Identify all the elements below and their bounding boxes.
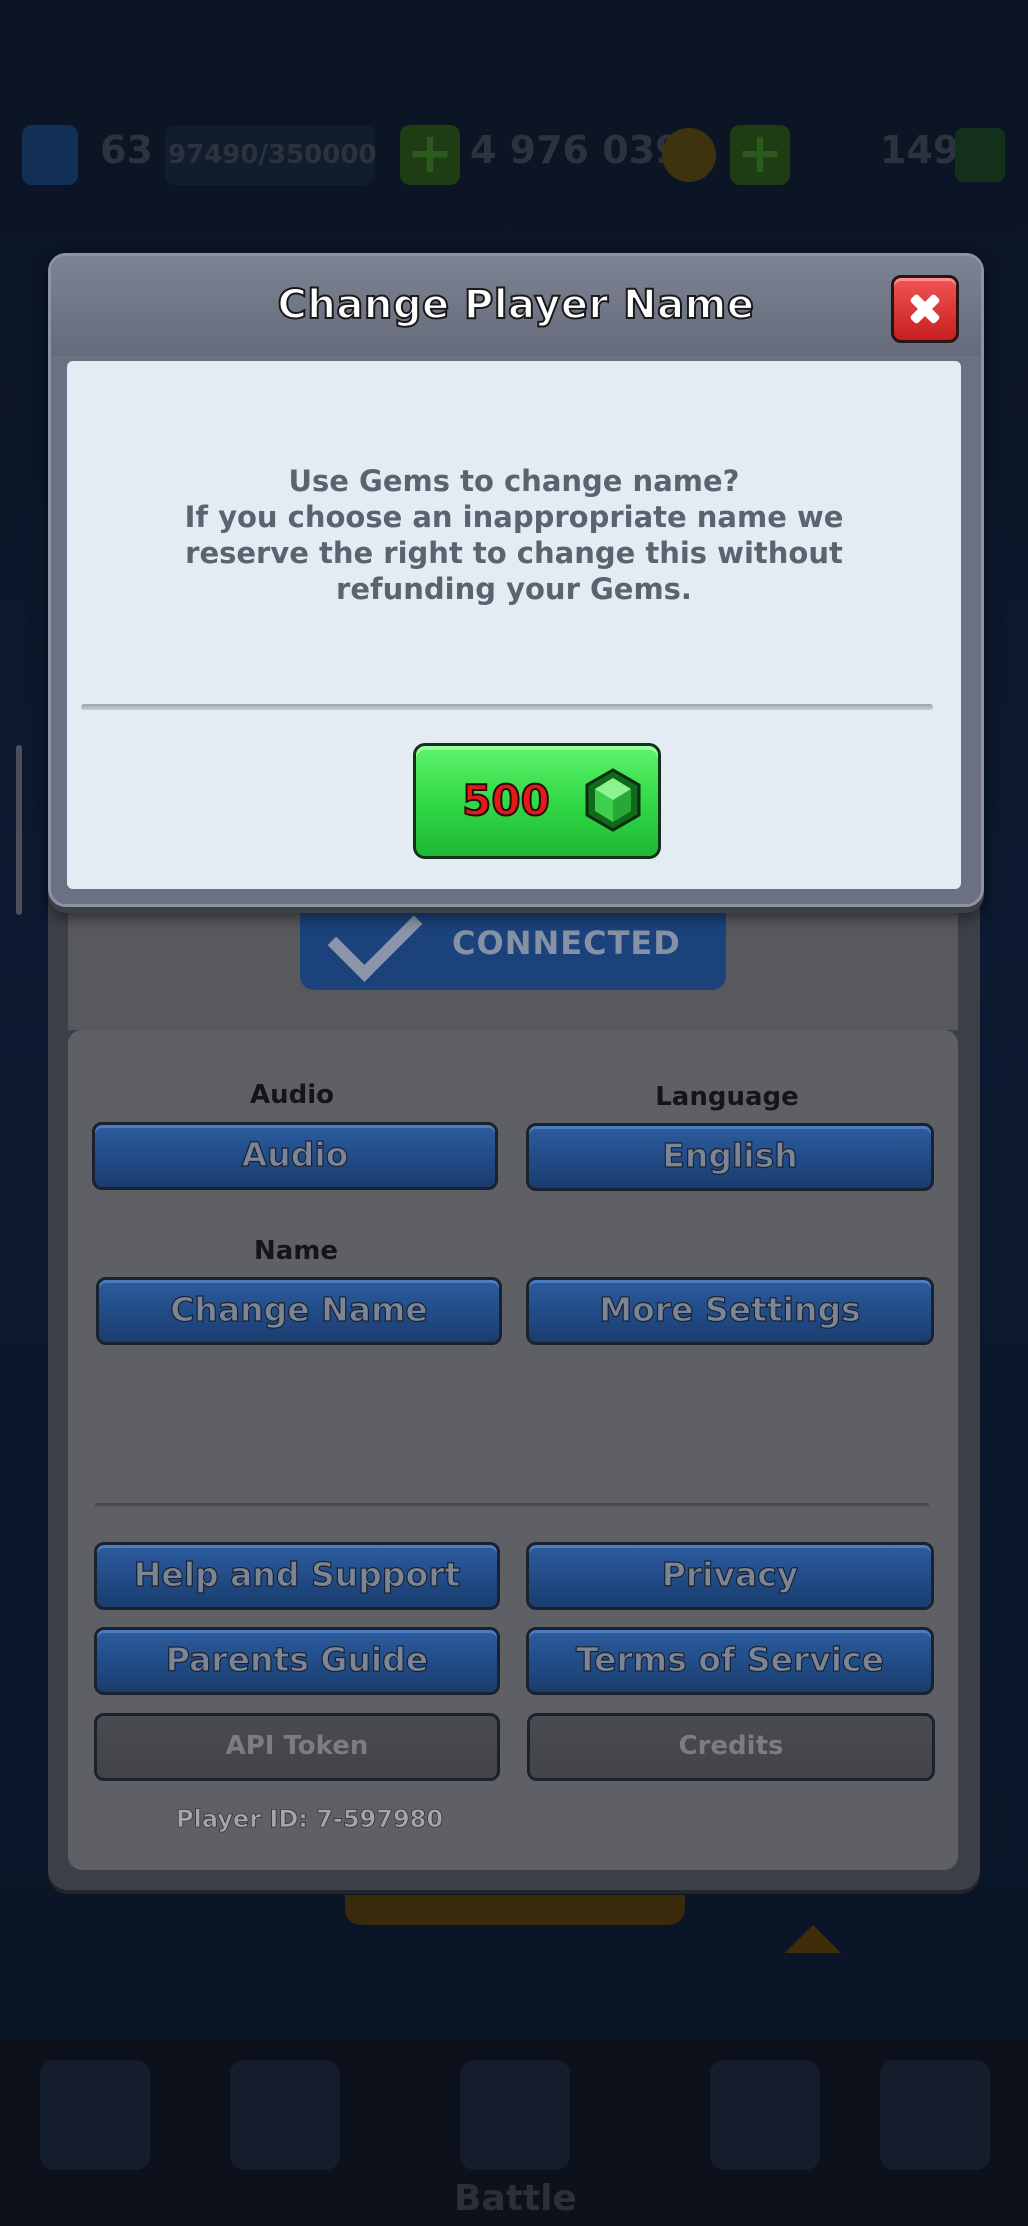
change-name-dialog: Change Player Name Use Gems to change na… xyxy=(48,253,984,907)
gem-counter-icon xyxy=(955,128,1005,182)
change-name-button[interactable]: Change Name xyxy=(96,1277,502,1345)
audio-button[interactable]: Audio xyxy=(92,1122,498,1190)
connected-label: CONNECTED xyxy=(452,923,681,962)
battle-button-edge xyxy=(345,1895,685,1925)
nav-battle-label: Battle xyxy=(454,2178,577,2219)
dialog-title: Change Player Name xyxy=(277,281,755,329)
language-label: Language xyxy=(655,1082,799,1112)
gem-price: 500 xyxy=(461,775,551,826)
level-badge xyxy=(22,125,78,185)
add-gold-button[interactable]: + xyxy=(730,125,790,185)
gold-amount: 4 976 039 xyxy=(470,128,682,172)
gold-coin-icon xyxy=(662,128,716,182)
close-icon[interactable] xyxy=(891,275,959,343)
scroll-handle[interactable] xyxy=(16,745,22,915)
nav-cards-tab[interactable] xyxy=(230,2060,340,2170)
dialog-message: Use Gems to change name? If you choose a… xyxy=(184,464,844,606)
privacy-button[interactable]: Privacy xyxy=(526,1542,934,1610)
dialog-divider xyxy=(81,704,933,710)
arrow-up-icon xyxy=(785,1925,841,1953)
settings-divider xyxy=(95,1503,929,1506)
credits-button[interactable]: Credits xyxy=(527,1713,935,1781)
xp-progress: 97490/350000 xyxy=(168,140,377,170)
gem-icon xyxy=(585,768,641,832)
language-button[interactable]: English xyxy=(526,1123,934,1191)
level-value: 63 xyxy=(100,128,153,172)
player-id: Player ID: 7-597980 xyxy=(176,1805,444,1834)
nav-events-tab[interactable] xyxy=(880,2060,990,2170)
more-settings-button[interactable]: More Settings xyxy=(526,1277,934,1345)
terms-of-service-button[interactable]: Terms of Service xyxy=(526,1627,934,1695)
parents-guide-button[interactable]: Parents Guide xyxy=(94,1627,500,1695)
add-xp-button[interactable]: + xyxy=(400,125,460,185)
nav-battle-tab[interactable] xyxy=(460,2060,570,2170)
audio-label: Audio xyxy=(249,1080,335,1110)
api-token-button[interactable]: API Token xyxy=(94,1713,500,1781)
confirm-purchase-button[interactable]: 500 xyxy=(413,743,661,859)
connected-button[interactable]: CONNECTED xyxy=(300,886,726,990)
nav-clan-tab[interactable] xyxy=(710,2060,820,2170)
help-and-support-button[interactable]: Help and Support xyxy=(94,1542,500,1610)
name-label: Name xyxy=(253,1236,339,1266)
dialog-body: Use Gems to change name? If you choose a… xyxy=(67,361,961,889)
dialog-header: Change Player Name xyxy=(51,256,981,356)
nav-shop-tab[interactable] xyxy=(40,2060,150,2170)
gem-amount: 149 xyxy=(880,128,960,172)
